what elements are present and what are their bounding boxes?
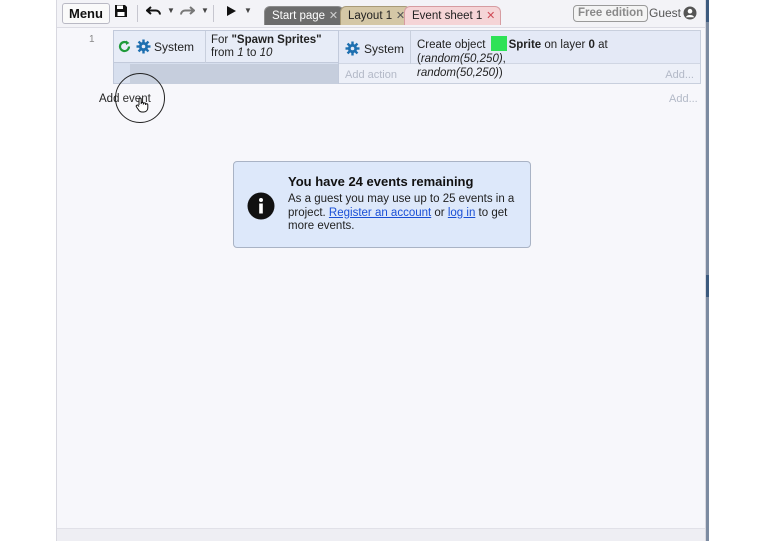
- action-object[interactable]: System: [339, 31, 411, 64]
- notice-title: You have 24 events remaining: [288, 174, 474, 189]
- play-dropdown-icon[interactable]: ▼: [244, 6, 252, 15]
- gear-icon: [136, 39, 151, 54]
- loop-end: 10: [259, 47, 273, 59]
- event-block[interactable]: System For "Spawn Sprites" from 1 to 10 …: [113, 30, 701, 84]
- action-text-prefix: Create object: [417, 39, 489, 51]
- close-icon[interactable]: ✕: [486, 7, 495, 26]
- log-in-link[interactable]: log in: [448, 207, 476, 219]
- add-action-link[interactable]: Add action: [345, 69, 397, 81]
- tab-start-page[interactable]: Start page ✕: [264, 6, 345, 26]
- action-comma: ,: [502, 53, 506, 65]
- add-more-link[interactable]: Add...: [665, 69, 694, 81]
- condition-empty-area[interactable]: [130, 64, 338, 84]
- actions-area[interactable]: System Create object Sprite on layer 0 a…: [339, 30, 701, 84]
- add-more-link[interactable]: Add...: [669, 93, 698, 105]
- action-text[interactable]: Create object Sprite on layer 0 at (rand…: [417, 36, 699, 80]
- loop-name: "Spawn Sprites": [231, 34, 322, 46]
- action-close-paren: ): [498, 67, 503, 79]
- gear-icon: [345, 41, 360, 56]
- toolbar-separator: [137, 5, 138, 22]
- save-icon[interactable]: [114, 4, 128, 23]
- toolbar-separator: [213, 5, 214, 22]
- action-object-name: System: [364, 42, 405, 56]
- menu-button[interactable]: Menu: [62, 3, 110, 24]
- condition-text-to: to: [243, 47, 260, 59]
- register-account-link[interactable]: Register an account: [329, 207, 431, 219]
- tab-label: Start page: [272, 10, 326, 22]
- tab-layout-1[interactable]: Layout 1 ✕: [340, 6, 412, 25]
- hand-cursor-icon: [135, 97, 149, 113]
- window-edge: [706, 0, 709, 541]
- condition-object[interactable]: System: [114, 31, 206, 63]
- sprite-thumbnail-icon: [490, 36, 507, 51]
- created-object-name: Sprite: [508, 39, 542, 51]
- event-number: 1: [89, 34, 95, 45]
- events-remaining-notice: You have 24 events remaining As a guest …: [233, 161, 531, 248]
- x-expression: random(50,250): [420, 53, 503, 65]
- tab-event-sheet-1[interactable]: Event sheet 1 ✕: [404, 6, 502, 26]
- tab-label: Event sheet 1: [412, 10, 483, 22]
- condition-text[interactable]: For "Spawn Sprites" from 1 to 10: [211, 34, 337, 60]
- user-account-icon[interactable]: [683, 6, 697, 20]
- condition-object-name: System: [154, 40, 195, 54]
- redo-dropdown-icon[interactable]: ▼: [201, 6, 209, 15]
- info-icon: [247, 192, 275, 220]
- notice-body: As a guest you may use up to 25 events i…: [288, 193, 520, 234]
- undo-icon[interactable]: [145, 4, 162, 23]
- loop-icon: [117, 39, 132, 54]
- bottom-status-bar: [57, 528, 705, 541]
- condition-row[interactable]: System For "Spawn Sprites" from 1 to 10: [114, 31, 338, 63]
- user-name[interactable]: Guest: [649, 6, 681, 21]
- close-icon[interactable]: ✕: [329, 7, 338, 26]
- redo-icon[interactable]: [179, 4, 196, 23]
- y-expression: random(50,250): [417, 67, 499, 79]
- tab-label: Layout 1: [348, 10, 393, 22]
- edge-accent: [706, 0, 709, 22]
- action-row[interactable]: System Create object Sprite on layer 0 a…: [339, 31, 700, 79]
- free-edition-badge[interactable]: Free edition: [573, 5, 649, 22]
- play-icon[interactable]: [225, 4, 237, 23]
- condition-text-prefix: For: [211, 34, 232, 46]
- edge-accent: [706, 275, 709, 297]
- action-text-layer: on layer: [541, 39, 589, 51]
- condition-text-from: from: [211, 47, 238, 59]
- notice-text-or: or: [431, 206, 448, 219]
- main-toolbar: Menu ▼ ▼ ▼ Start page ✕ Layout 1 ✕ Event…: [57, 0, 705, 28]
- undo-dropdown-icon[interactable]: ▼: [167, 6, 175, 15]
- construct-editor: Menu ▼ ▼ ▼ Start page ✕ Layout 1 ✕ Event…: [56, 0, 706, 541]
